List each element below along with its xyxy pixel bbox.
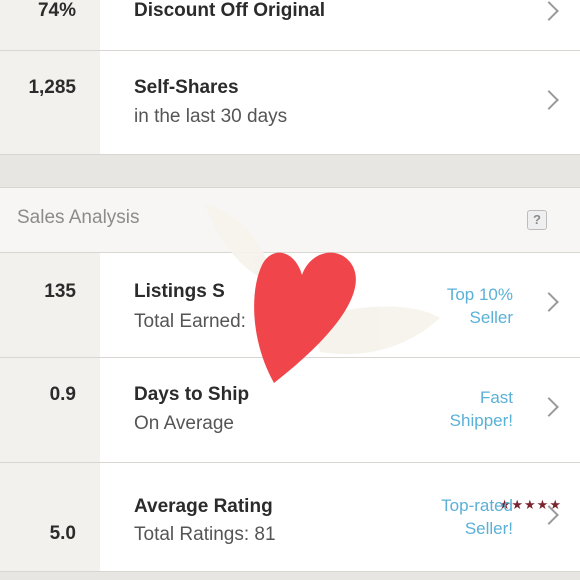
metric-column <box>0 358 100 462</box>
chevron-right-icon <box>539 1 559 21</box>
badge-line: Seller! <box>464 519 513 538</box>
stat-row-listings[interactable]: 135 Listings S Total Earned: Top 10% Sel… <box>0 253 580 358</box>
badge-line: Fast <box>479 388 513 407</box>
metric-column <box>0 51 100 154</box>
stat-row-average-rating[interactable]: ★★★★★ 5.0 Average Rating Total Ratings: … <box>0 463 580 572</box>
self-shares-sub: in the last 30 days <box>134 106 288 127</box>
fast-shipper-badge: Fast Shipper! <box>450 386 513 432</box>
top-seller-badge: Top 10% Seller <box>447 283 513 329</box>
discount-value: 74% <box>37 0 76 21</box>
top-rated-badge: Top-rated Seller! <box>441 494 513 540</box>
chevron-right-icon <box>539 397 559 417</box>
stat-row-discount[interactable]: 74% Discount Off Original <box>0 0 580 51</box>
listings-sub: Total Earned: <box>134 311 246 332</box>
section-divider <box>0 155 580 187</box>
discount-title: Discount Off Original <box>134 0 326 21</box>
stat-row-days-to-ship[interactable]: 0.9 Days to Ship On Average Fast Shipper… <box>0 358 580 463</box>
section-title: Sales Analysis <box>17 207 140 228</box>
sales-analysis-header: Sales Analysis ? <box>0 187 580 253</box>
chevron-right-icon <box>539 90 559 110</box>
metric-column <box>0 253 100 357</box>
listings-value: 135 <box>44 281 76 302</box>
average-rating-sub: Total Ratings: 81 <box>134 524 276 545</box>
self-shares-value: 1,285 <box>28 77 76 98</box>
chevron-right-icon <box>539 292 559 312</box>
days-to-ship-title: Days to Ship <box>134 384 250 405</box>
listings-title: Listings S <box>134 281 225 302</box>
badge-line: Top-rated <box>441 496 513 515</box>
self-shares-title: Self-Shares <box>134 77 239 98</box>
average-rating-title: Average Rating <box>134 496 273 517</box>
days-to-ship-sub: On Average <box>134 413 235 434</box>
badge-line: Top 10% <box>446 285 513 304</box>
badge-line: Shipper! <box>449 411 513 430</box>
days-to-ship-value: 0.9 <box>49 384 76 405</box>
stat-row-self-shares[interactable]: 1,285 Self-Shares in the last 30 days <box>0 51 580 155</box>
badge-line: Seller <box>469 308 513 327</box>
bottom-strip <box>0 572 580 580</box>
metric-column <box>0 463 100 571</box>
help-icon[interactable]: ? <box>527 210 547 230</box>
average-rating-value: 5.0 <box>49 523 76 544</box>
